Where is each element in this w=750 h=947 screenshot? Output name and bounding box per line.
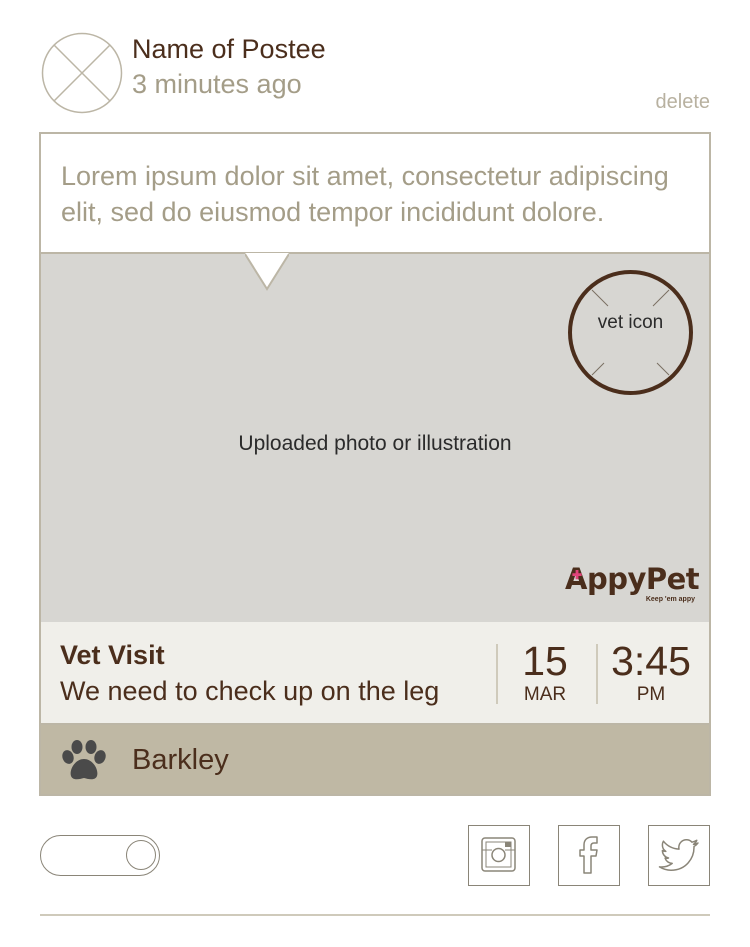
- photo-placeholder-label: Uploaded photo or illustration: [238, 432, 512, 455]
- event-divider: [496, 644, 498, 704]
- brand-name: AppyPet: [565, 562, 700, 596]
- event-day: 15: [522, 638, 568, 684]
- delete-link[interactable]: delete: [656, 91, 711, 114]
- event-ampm: PM: [636, 684, 666, 705]
- event-divider: [596, 644, 598, 704]
- vet-icon-label: vet icon: [597, 312, 664, 333]
- twitter-icon: [658, 839, 699, 871]
- pet-tag[interactable]: Barkley: [41, 725, 709, 794]
- poster-name[interactable]: Name of Postee: [132, 33, 326, 65]
- visibility-toggle[interactable]: [40, 835, 160, 876]
- instagram-icon: [481, 837, 516, 872]
- bottom-divider: [40, 914, 710, 916]
- toggle-knob: [126, 840, 156, 870]
- appypet-logo: AppyPet ✚ Keep 'em appy: [565, 562, 700, 606]
- event-details[interactable]: Vet Visit We need to check up on the leg…: [41, 622, 709, 725]
- pet-name: Barkley: [132, 744, 229, 776]
- facebook-share-button[interactable]: [558, 825, 620, 886]
- instagram-share-button[interactable]: [468, 825, 530, 886]
- post-caption: Lorem ipsum dolor sit amet, consectetur …: [41, 134, 709, 254]
- event-month: MAR: [523, 684, 567, 705]
- medical-cross-icon: ✚: [572, 568, 583, 582]
- event-title: Vet Visit: [60, 640, 165, 670]
- vet-icon: vet icon: [568, 270, 693, 395]
- post-card: Lorem ipsum dolor sit amet, consectetur …: [39, 132, 711, 796]
- avatar-placeholder-icon: [41, 32, 123, 114]
- brand-tagline: Keep 'em appy: [645, 596, 695, 603]
- avatar-placeholder[interactable]: [41, 32, 123, 114]
- post-timestamp: 3 minutes ago: [132, 69, 302, 99]
- facebook-icon: [579, 836, 598, 874]
- event-description: We need to check up on the leg: [60, 676, 440, 706]
- speech-pointer: [245, 253, 289, 291]
- event-time: 3:45: [611, 638, 691, 684]
- twitter-share-button[interactable]: [648, 825, 710, 886]
- paw-icon: [62, 740, 106, 780]
